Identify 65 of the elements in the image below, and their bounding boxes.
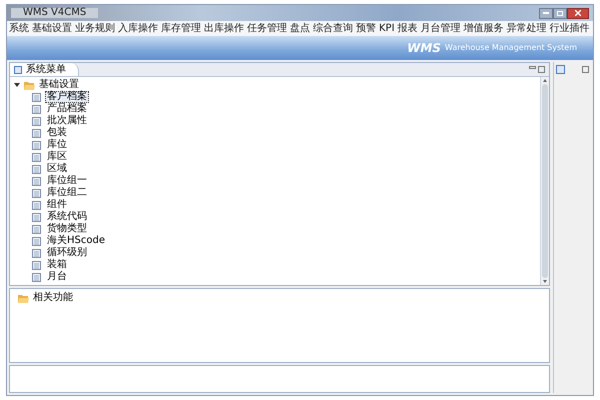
document-icon: [32, 176, 41, 186]
document-icon: [32, 128, 41, 138]
document-icon: [32, 260, 41, 270]
tree-item[interactable]: 区域: [45, 163, 69, 175]
collapse-icon[interactable]: [14, 83, 20, 87]
document-icon: [32, 104, 41, 114]
minimize-icon[interactable]: [529, 66, 536, 69]
menu-item[interactable]: 综合查询: [313, 24, 353, 34]
menu-item[interactable]: 行业插件: [550, 24, 590, 34]
menu-item[interactable]: 报表: [398, 24, 418, 34]
document-icon: [32, 92, 41, 102]
document-icon: [32, 272, 41, 282]
menu-item[interactable]: KPI: [379, 24, 395, 34]
close-icon: [575, 10, 581, 16]
menu-item[interactable]: 业务规则: [75, 24, 115, 34]
maximize-icon[interactable]: [582, 66, 589, 72]
folder-icon: [18, 294, 29, 302]
tree-item[interactable]: 库位: [45, 139, 69, 151]
panel-tab[interactable]: 系统菜单: [10, 63, 79, 76]
tree-item[interactable]: 系统代码: [45, 211, 89, 223]
tree-item[interactable]: 装箱: [45, 259, 69, 271]
minimize-button[interactable]: [539, 8, 553, 18]
menu-item[interactable]: 月台管理: [420, 24, 461, 34]
tree-item[interactable]: 货物类型: [45, 223, 89, 235]
menu-item[interactable]: 盘点: [290, 24, 310, 34]
menu-item[interactable]: 异常处理: [506, 24, 547, 34]
document-icon: [32, 224, 41, 234]
document-icon: [32, 200, 41, 210]
maximize-button[interactable]: [553, 8, 567, 18]
menu-item[interactable]: 库存管理: [161, 24, 201, 34]
tree-item[interactable]: 客户档案: [45, 91, 89, 103]
menu-item[interactable]: 系统: [9, 24, 29, 34]
tree-item[interactable]: 包装: [45, 127, 69, 139]
menu-item[interactable]: 出库操作: [204, 24, 244, 34]
document-icon: [32, 164, 41, 174]
tree-item[interactable]: 海关HScode: [45, 235, 107, 247]
tree-item[interactable]: 基础设置: [39, 80, 79, 90]
menu-item[interactable]: 入库操作: [118, 24, 158, 34]
banner-subtitle: Warehouse Management System: [444, 42, 577, 54]
view-tab[interactable]: [556, 64, 565, 74]
document-icon: [32, 212, 41, 222]
tree-item[interactable]: 库位组一: [45, 175, 89, 187]
banner-logo: WMS: [407, 40, 441, 57]
document-icon: [32, 140, 41, 150]
menu-item[interactable]: 增值服务: [464, 24, 504, 34]
tree-item[interactable]: 月台: [45, 271, 69, 283]
tree-item[interactable]: 批次属性: [45, 115, 89, 127]
tree-item[interactable]: 组件: [45, 199, 69, 211]
tree-item[interactable]: 库位组二: [45, 187, 89, 199]
document-icon: [32, 236, 41, 246]
menu-item[interactable]: 预警: [356, 24, 376, 34]
tree-item[interactable]: 库区: [45, 151, 69, 163]
document-icon: [32, 152, 41, 162]
tree-item[interactable]: 产品档案: [45, 103, 89, 115]
tree-item[interactable]: 循环级别: [45, 247, 89, 259]
tree-item[interactable]: 相关功能: [33, 293, 73, 303]
close-button[interactable]: [567, 8, 589, 18]
document-icon: [32, 188, 41, 198]
menu-item[interactable]: 基础设置: [32, 24, 72, 34]
document-icon: [32, 116, 41, 126]
window-title: WMS V4CMS: [11, 8, 98, 18]
menu-item[interactable]: 任务管理: [247, 24, 287, 34]
folder-icon: [24, 80, 35, 90]
document-icon: [32, 248, 41, 258]
maximize-icon[interactable]: [538, 66, 545, 73]
